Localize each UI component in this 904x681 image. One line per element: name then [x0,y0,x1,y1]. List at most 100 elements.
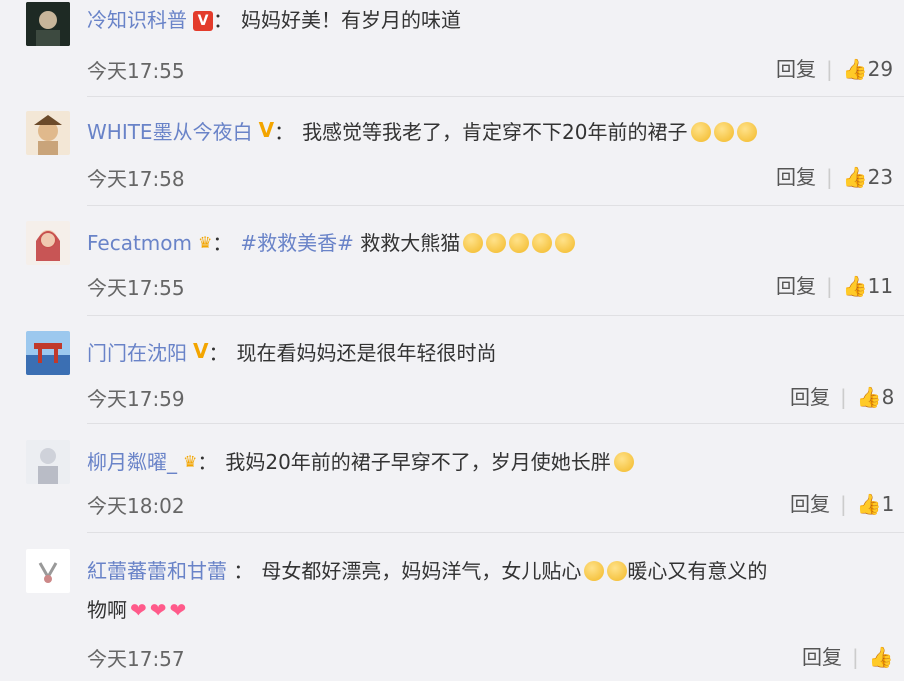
separator: | [826,165,833,189]
comment-line: WHITE墨从今夜白 V： 我感觉等我老了，肯定穿不下20年前的裙子 [87,120,757,144]
username-link[interactable]: 冷知识科普 [87,8,187,32]
reply-button[interactable]: 回复 [802,645,842,669]
avatar[interactable] [26,331,70,375]
username-link[interactable]: 门门在沈阳 [87,341,187,365]
crying-emoji-icon [532,233,553,253]
comment-line: 门门在沈阳 V： 现在看妈妈还是很年轻很时尚 [87,341,496,365]
heart-icon: ❤ [149,598,167,622]
username-link[interactable]: WHITE墨从今夜白 [87,120,253,144]
thumbs-up-icon[interactable]: 👍 [869,645,894,669]
verified-badge-icon: V [193,11,213,31]
separator: | [840,492,847,516]
laugh-emoji-icon [613,452,634,472]
username-link[interactable]: Fecatmom [87,231,192,255]
like-count[interactable]: 8 [882,385,895,409]
comment-time: 今天17:59 [87,387,185,411]
comment-text-continued: 暖心又有意义的 [627,559,768,583]
comment-time: 今天17:58 [87,167,185,191]
comment-item: 门门在沈阳 V： 现在看妈妈还是很年轻很时尚 今天17:59 回复 | 👍8 [0,319,904,426]
comment-text: 母女都好漂亮，妈妈洋气，女儿贴心 [261,559,582,583]
thumbs-up-icon[interactable]: 👍 [843,57,868,81]
avatar[interactable] [26,221,70,265]
crying-emoji-icon [463,233,484,253]
comment-item: 紅蕾蕃蕾和甘蕾 ：母女都好漂亮，妈妈洋气，女儿贴心 暖心又有意义的 物啊 ❤ ❤ ❤ 今… [0,533,904,681]
crying-emoji-icon [509,233,530,253]
comment-actions: 回复 | 👍11 [776,270,893,299]
colon: ： [213,8,233,32]
username-link[interactable]: 柳月粼曜_ [87,450,177,474]
comment-line: 紅蕾蕃蕾和甘蕾 ： 母女都好漂亮，妈妈洋气，女儿贴心 暖心又有意义的 [87,559,767,583]
comment-line: 冷知识科普 V： 妈妈好美！有岁月的味道 [87,8,461,32]
like-count[interactable]: 1 [882,492,895,516]
reply-button[interactable]: 回复 [790,492,830,516]
avatar-image [26,549,70,593]
crying-emoji-icon [555,233,576,253]
colon: ： [227,559,254,583]
comment-text-line2: 物啊 [87,598,127,622]
comment-text: 我妈20年前的裙子早穿不了，岁月使她长胖 [225,450,611,474]
username-link[interactable]: 紅蕾蕃蕾和甘蕾 [87,559,227,583]
laugh-emoji-icon [736,122,757,142]
comment-line-2: 物啊 ❤ ❤ ❤ [87,598,186,622]
reply-button[interactable]: 回复 [790,385,830,409]
comment-line: 柳月粼曜_ ♛： 我妈20年前的裙子早穿不了，岁月使她长胖 [87,450,634,474]
avatar[interactable] [26,2,70,46]
reply-button[interactable]: 回复 [776,274,816,298]
comment-item: 柳月粼曜_ ♛： 我妈20年前的裙子早穿不了，岁月使她长胖 今天18:02 回复 | 👍… [0,426,904,533]
comment-time: 今天17:55 [87,59,185,83]
comment-time: 今天18:02 [87,494,185,518]
separator: | [826,57,833,81]
colon: ： [274,120,295,144]
comment-actions: 回复 | 👍23 [776,161,893,190]
colon: ： [208,341,229,365]
reply-button[interactable]: 回复 [776,57,816,81]
comment-time: 今天17:55 [87,276,185,300]
colon: ： [212,231,233,255]
colon: ： [197,450,218,474]
divider [87,96,904,97]
like-count[interactable]: 11 [868,274,893,298]
avatar-image [26,331,70,375]
laugh-emoji-icon [713,122,734,142]
separator: | [826,274,833,298]
comment-actions: 回复 | 👍 [802,641,894,670]
comment-item: WHITE墨从今夜白 V： 我感觉等我老了，肯定穿不下20年前的裙子 今天17:58… [0,103,904,211]
avatar-image [26,111,70,155]
heart-icon: ❤ [169,598,187,622]
comment-line: Fecatmom ♛： #救救美香# 救救大熊猫 [87,231,576,255]
like-count[interactable]: 23 [868,165,893,189]
divider [87,315,904,316]
touched-emoji-icon [607,561,628,581]
thumbs-up-icon[interactable]: 👍 [843,165,868,189]
heart-icon: ❤ [130,598,147,622]
verified-v-icon: V [258,118,275,142]
avatar[interactable] [26,440,70,484]
topic-link[interactable]: #救救美香# [240,231,354,255]
comment-text: 救救大熊猫 [360,231,461,255]
separator: | [852,645,859,669]
like-count[interactable]: 29 [868,57,893,81]
comment-item: Fecatmom ♛： #救救美香# 救救大熊猫 今天17:55 回复 | 👍11 [0,211,904,319]
comment-text: 我感觉等我老了，肯定穿不下20年前的裙子 [302,120,688,144]
avatar-image [26,440,70,484]
avatar[interactable] [26,111,70,155]
reply-button[interactable]: 回复 [776,165,816,189]
laugh-emoji-icon [690,122,711,142]
crying-emoji-icon [486,233,507,253]
separator: | [840,385,847,409]
comment-item: 冷知识科普 V： 妈妈好美！有岁月的味道 今天17:55 回复 | 👍29 [0,0,904,103]
thumbs-up-icon[interactable]: 👍 [857,492,882,516]
avatar[interactable] [26,549,70,593]
comment-actions: 回复 | 👍1 [790,488,894,517]
avatar-image [26,221,70,265]
divider [87,423,904,424]
crown-badge-icon: ♛ [198,233,213,252]
crown-badge-icon: ♛ [183,452,198,471]
comment-actions: 回复 | 👍29 [776,53,893,82]
touched-emoji-icon [584,561,605,581]
comment-actions: 回复 | 👍8 [790,381,894,410]
thumbs-up-icon[interactable]: 👍 [843,274,868,298]
verified-v-icon: V [193,339,209,363]
thumbs-up-icon[interactable]: 👍 [857,385,882,409]
avatar-image [26,2,70,46]
